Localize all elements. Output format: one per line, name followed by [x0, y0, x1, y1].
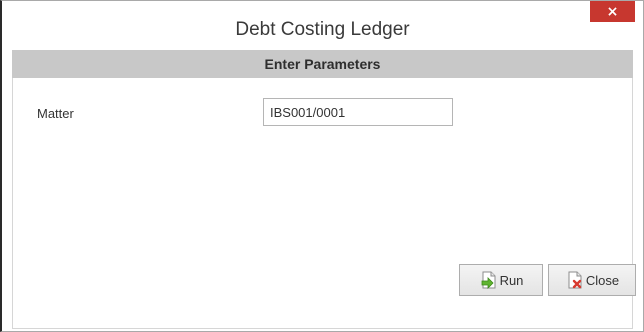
title-bar: Debt Costing Ledger × — [2, 1, 643, 49]
document-close-icon — [565, 270, 585, 290]
parameters-panel: Matter Run Close — [12, 78, 636, 329]
document-run-icon — [479, 270, 499, 290]
run-button[interactable]: Run — [459, 264, 543, 296]
matter-input[interactable] — [263, 98, 453, 126]
window-close-button[interactable]: × — [590, 1, 635, 22]
close-button-label: Close — [585, 272, 620, 288]
run-button-label: Run — [499, 272, 524, 288]
parameters-header: Enter Parameters — [12, 50, 633, 78]
dialog-window: Debt Costing Ledger × Enter Parameters M… — [0, 0, 644, 332]
window-title: Debt Costing Ledger — [235, 19, 410, 40]
matter-label: Matter — [37, 106, 74, 121]
close-button[interactable]: Close — [548, 264, 636, 296]
